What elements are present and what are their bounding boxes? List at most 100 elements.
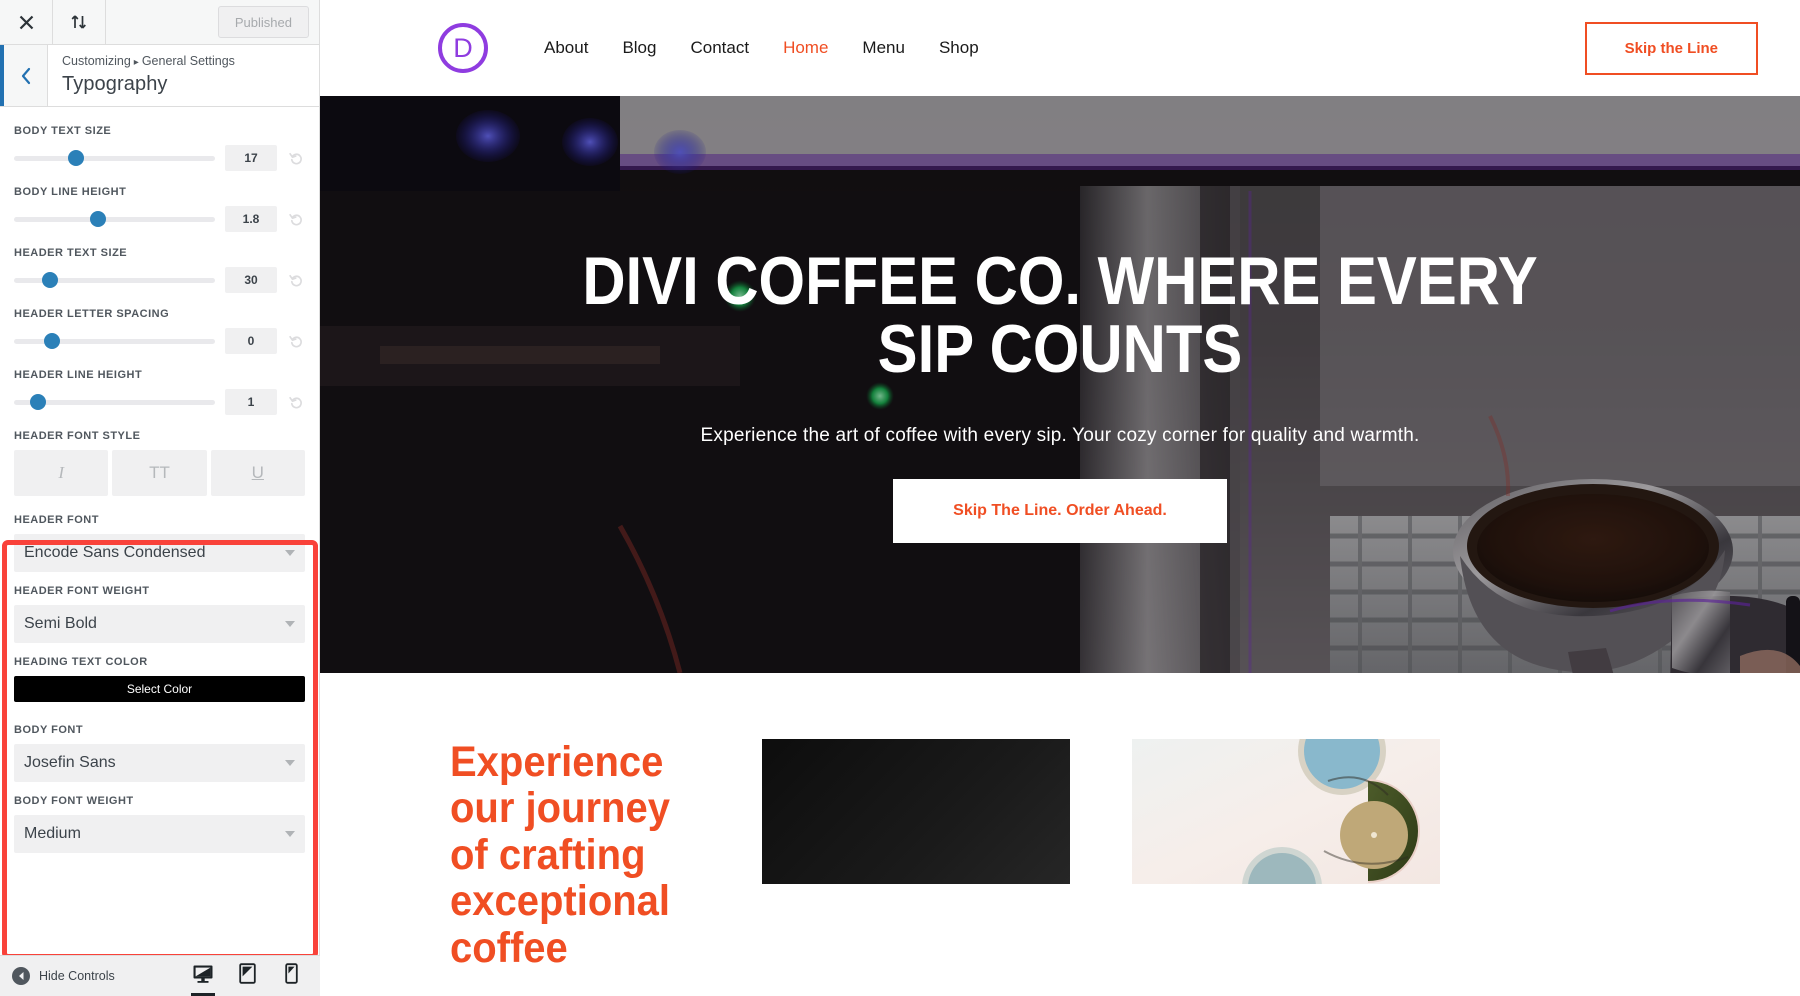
typography-controls: BODY TEXT SIZE 17 BODY LINE HEIGHT 1.8 H… (0, 107, 319, 853)
control-label: HEADER FONT (14, 514, 99, 526)
body-font-weight-select[interactable]: Medium (14, 815, 305, 853)
customizer-panel-header: Customizing ▸ General Settings Typography (0, 45, 319, 107)
header-text-size-slider[interactable] (14, 272, 215, 288)
body-font-value: Josefin Sans (24, 754, 116, 771)
italic-toggle-button[interactable]: I (14, 450, 109, 496)
breadcrumb: Customizing ▸ General Settings (62, 53, 235, 71)
control-label: BODY LINE HEIGHT (14, 186, 127, 198)
control-label: BODY FONT WEIGHT (14, 795, 134, 807)
header-text-size-value[interactable]: 30 (225, 267, 277, 293)
desktop-preview-button[interactable] (188, 956, 218, 996)
slider-thumb[interactable] (90, 211, 107, 227)
control-label: HEADER FONT WEIGHT (14, 585, 150, 597)
reset-icon[interactable] (287, 151, 305, 166)
mobile-preview-button[interactable] (276, 956, 306, 996)
desktop-preview-icon (192, 964, 214, 989)
reset-icon[interactable] (287, 212, 305, 227)
lower-heading: Experience our journey of crafting excep… (450, 738, 671, 972)
header-letter-spacing-slider[interactable] (14, 333, 215, 349)
header-font-select[interactable]: Encode Sans Condensed (14, 534, 305, 572)
control-label: HEADER LETTER SPACING (14, 308, 170, 320)
device-preview-buttons (188, 956, 320, 996)
slider-row: 1 (14, 389, 305, 415)
nav-link-shop[interactable]: Shop (939, 38, 979, 58)
close-customizer-button[interactable] (0, 0, 53, 44)
control-label: HEADER FONT STYLE (14, 430, 141, 442)
body-font-select[interactable]: Josefin Sans (14, 744, 305, 782)
chevron-down-icon (285, 621, 295, 627)
control-label: HEADING TEXT COLOR (14, 656, 148, 668)
control-body-font: BODY FONT Josefin Sans (14, 724, 305, 782)
body-font-weight-value: Medium (24, 825, 81, 842)
control-header-line-height: HEADER LINE HEIGHT 1 (14, 369, 305, 415)
uppercase-toggle-button[interactable]: TT (112, 450, 207, 496)
customizer-topbar: Published (0, 0, 319, 45)
mobile-preview-icon (284, 963, 298, 989)
panel-header-texts: Customizing ▸ General Settings Typography (48, 45, 235, 106)
slider-row: 1.8 (14, 206, 305, 232)
body-line-height-value[interactable]: 1.8 (225, 206, 277, 232)
slider-thumb[interactable] (42, 272, 59, 288)
header-letter-spacing-value[interactable]: 0 (225, 328, 277, 354)
nav-link-blog[interactable]: Blog (622, 38, 656, 58)
device-switch-button[interactable] (53, 0, 106, 44)
control-body-line-height: BODY LINE HEIGHT 1.8 (14, 186, 305, 232)
reset-icon[interactable] (287, 273, 305, 288)
customizer-sidebar: Published Customizing ▸ General Settings T… (0, 0, 320, 996)
chevron-down-icon (285, 831, 295, 837)
breadcrumb-section[interactable]: General Settings (142, 54, 235, 68)
tablet-preview-icon (238, 963, 256, 989)
select-color-button[interactable]: Select Color (14, 676, 305, 702)
breadcrumb-separator: ▸ (133, 57, 139, 68)
back-button[interactable] (0, 45, 48, 106)
hero-cta-button[interactable]: Skip The Line. Order Ahead. (893, 478, 1227, 543)
reset-icon[interactable] (287, 395, 305, 410)
body-text-size-slider[interactable] (14, 150, 215, 166)
slider-thumb[interactable] (44, 333, 61, 349)
page-title: Typography (62, 73, 168, 95)
customizer-screen: Published Customizing ▸ General Settings T… (0, 0, 1800, 996)
slider-row: 17 (14, 145, 305, 171)
hide-controls-label: Hide Controls (39, 969, 115, 983)
control-label: BODY TEXT SIZE (14, 125, 112, 137)
chevron-down-icon (285, 550, 295, 556)
slider-row: 0 (14, 328, 305, 354)
header-line-height-slider[interactable] (14, 394, 215, 410)
divi-logo-icon[interactable]: D (438, 23, 488, 73)
reset-icon[interactable] (287, 334, 305, 349)
control-heading-text-color: HEADING TEXT COLOR Select Color (14, 656, 305, 702)
control-header-text-size: HEADER TEXT SIZE 30 (14, 247, 305, 293)
breadcrumb-root[interactable]: Customizing (62, 54, 131, 68)
header-font-weight-select[interactable]: Semi Bold (14, 605, 305, 643)
control-header-font-style: HEADER FONT STYLE I TT U (14, 430, 305, 496)
arrows-updown-icon (70, 14, 88, 30)
hero-section: DIVI COFFEE CO. WHERE EVERY SIP COUNTS E… (320, 96, 1800, 673)
body-line-height-slider[interactable] (14, 211, 215, 227)
skip-the-line-button[interactable]: Skip the Line (1584, 21, 1758, 75)
body-text-size-value[interactable]: 17 (225, 145, 277, 171)
customizer-footer: Hide Controls (0, 955, 320, 996)
control-label: BODY FONT (14, 724, 84, 736)
tablet-preview-button[interactable] (232, 956, 262, 996)
hero-content: DIVI COFFEE CO. WHERE EVERY SIP COUNTS E… (320, 96, 1800, 673)
publish-button[interactable]: Published (217, 6, 309, 38)
lower-section: Experience our journey of crafting excep… (320, 673, 1800, 972)
hide-controls-button[interactable]: Hide Controls (0, 967, 115, 985)
header-font-value: Encode Sans Condensed (24, 544, 206, 561)
slider-thumb[interactable] (68, 150, 85, 166)
control-label: HEADER TEXT SIZE (14, 247, 128, 259)
header-line-height-value[interactable]: 1 (225, 389, 277, 415)
slider-row: 30 (14, 267, 305, 293)
slider-thumb[interactable] (30, 394, 47, 410)
nav-link-about[interactable]: About (544, 38, 588, 58)
hero-title: DIVI COFFEE CO. WHERE EVERY SIP COUNTS (582, 242, 1538, 387)
control-body-text-size: BODY TEXT SIZE 17 (14, 125, 305, 171)
nav-link-menu[interactable]: Menu (862, 38, 905, 58)
font-style-button-group: I TT U (14, 450, 305, 496)
close-icon (19, 15, 34, 30)
underline-toggle-button[interactable]: U (210, 450, 305, 496)
nav-link-home[interactable]: Home (783, 38, 828, 58)
nav-link-contact[interactable]: Contact (690, 38, 749, 58)
dark-coffee-photo (762, 739, 1070, 884)
